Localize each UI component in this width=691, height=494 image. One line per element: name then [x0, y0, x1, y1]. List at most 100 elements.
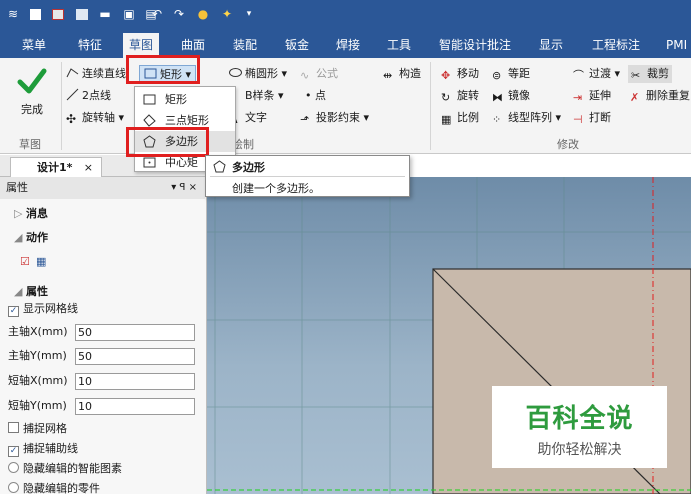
dropdown-icon[interactable]: ▾	[242, 7, 256, 21]
sparkle-icon[interactable]: ✦	[220, 7, 234, 21]
divider	[210, 176, 405, 177]
move-button[interactable]: ✥ 移动	[441, 65, 479, 83]
trim-label: 裁剪	[647, 67, 669, 80]
open-icon[interactable]	[52, 9, 64, 20]
minor-y-input[interactable]: 10	[75, 398, 195, 415]
panel-pin-icon[interactable]: ▾ ꟼ ×	[171, 177, 197, 199]
minor-x-input[interactable]: 10	[75, 373, 195, 390]
snap-guide-label: 捕捉辅助线	[23, 442, 78, 455]
extend-button[interactable]: ⇥ 延伸	[573, 87, 611, 105]
undo-icon[interactable]: ↶	[150, 7, 164, 21]
ellipse-label: 椭圆形	[245, 67, 278, 80]
show-grid-label: 显示网格线	[23, 302, 78, 315]
menu-item-menu[interactable]: 菜单	[22, 35, 46, 55]
rotate-button[interactable]: ↻ 旋转	[441, 87, 479, 105]
menu-item-rectangle[interactable]: 矩形	[135, 89, 235, 110]
logo-icon[interactable]: ≋	[6, 7, 20, 21]
watermark: 百科全说 助你轻松解决	[492, 386, 667, 468]
formula-button[interactable]: ∿ 公式	[300, 65, 338, 83]
linear-array-button[interactable]: ⁘ 线型阵列 ▾	[492, 109, 561, 127]
folder-icon[interactable]: ▬	[98, 7, 112, 21]
snap-guide-checkbox[interactable]: ✓ 捕捉辅助线	[0, 438, 205, 460]
menu-item-surface[interactable]: 曲面	[181, 35, 205, 55]
mirror-button[interactable]: ⧓ 镜像	[492, 87, 530, 105]
extend-icon: ⇥	[573, 91, 583, 104]
point-button[interactable]: • 点	[305, 87, 326, 105]
group-label-modify: 修改	[557, 138, 579, 151]
menu-bar: 菜单 特征 草图 曲面 装配 钣金 焊接 工具 智能设计批注 显示 工程标注 P…	[0, 30, 691, 58]
move-icon: ✥	[441, 69, 451, 82]
gem-icon[interactable]: ●	[196, 7, 210, 21]
hide-smart-label: 隐藏编辑的智能图素	[23, 462, 122, 475]
continuous-line-label: 连续直线	[82, 67, 126, 80]
menu-item-welding[interactable]: 焊接	[336, 35, 360, 55]
hide-parts-radio[interactable]: 隐藏编辑的零件	[0, 478, 205, 494]
snap-grid-label: 捕捉网格	[23, 422, 67, 435]
redo-icon[interactable]: ↷	[172, 7, 186, 21]
projection-constraint-button[interactable]: ⬏ 投影约束 ▾	[300, 109, 369, 127]
menu-item-assembly[interactable]: 装配	[233, 35, 257, 55]
menu-item-tools[interactable]: 工具	[387, 35, 411, 55]
show-grid-checkbox[interactable]: ✓ 显示网格线	[0, 298, 205, 320]
text-label: 文字	[245, 111, 267, 124]
ellipse-icon	[229, 68, 242, 77]
menu-item-display[interactable]: 显示	[539, 35, 563, 55]
hide-smart-radio[interactable]: 隐藏编辑的智能图素	[0, 458, 205, 480]
formula-label: 公式	[316, 67, 338, 80]
two-point-line-button[interactable]: 2点线	[66, 87, 111, 105]
scale-button[interactable]: ▦ 比例	[441, 109, 479, 127]
main-y-label: 主轴Y(mm)	[8, 349, 67, 362]
menu-item-sheetmetal[interactable]: 钣金	[285, 35, 309, 55]
menu-item-engineering[interactable]: 工程标注	[592, 35, 640, 55]
divider	[61, 62, 62, 150]
menu-item-feature[interactable]: 特征	[78, 35, 102, 55]
tooltip-description: 创建一个多边形。	[232, 182, 320, 195]
table-icon[interactable]: ▦	[36, 251, 49, 268]
section-action-label: 动作	[25, 231, 48, 244]
snap-grid-checkbox[interactable]: 捕捉网格	[0, 418, 205, 440]
rotate-label: 旋转	[457, 89, 479, 102]
transition-button[interactable]: ⌒ 过渡 ▾	[573, 65, 620, 83]
finish-button[interactable]: 完成	[10, 66, 54, 122]
break-button[interactable]: ⊣ 打断	[573, 109, 611, 127]
polygon-icon	[213, 160, 226, 173]
polyline-icon	[66, 68, 79, 78]
section-action[interactable]: ◢ 动作	[0, 227, 205, 249]
ellipse-button[interactable]: 椭圆形 ▾	[229, 65, 287, 83]
projection-label: 投影约束	[316, 111, 360, 124]
minor-y-label: 短轴Y(mm)	[8, 399, 67, 412]
main-y-input[interactable]: 50	[75, 348, 195, 365]
divider	[430, 62, 431, 150]
tab-design1[interactable]: 设计1* ×	[10, 157, 102, 178]
offset-icon: ⊜	[492, 69, 502, 82]
section-message[interactable]: ▷ 消息	[0, 203, 205, 225]
two-point-line-label: 2点线	[82, 89, 111, 102]
continuous-line-button[interactable]: 连续直线	[66, 65, 126, 83]
construct-button[interactable]: ⇹ 构造	[383, 65, 421, 83]
rotate-icon: ↻	[441, 91, 451, 104]
close-icon[interactable]: ×	[84, 158, 93, 177]
rotate-axis-button[interactable]: ✣ 旋转轴 ▾	[66, 109, 124, 127]
menu-item-smart-design[interactable]: 智能设计批注	[439, 35, 511, 55]
rotate-axis-label: 旋转轴	[82, 111, 115, 124]
checkbox-checked-icon: ✓	[8, 446, 19, 457]
trim-button[interactable]: ✂ 裁剪	[628, 65, 672, 83]
minor-x-label: 短轴X(mm)	[8, 374, 68, 387]
equidistant-button[interactable]: ⊜ 等距	[492, 65, 530, 83]
save-icon[interactable]: ▣	[122, 7, 136, 21]
confirm-edit-icon[interactable]: ☑	[20, 251, 33, 268]
finish-label: 完成	[21, 103, 43, 116]
bspline-button[interactable]: ∫B样条 ▾	[229, 87, 284, 105]
extend-label: 延伸	[589, 89, 611, 102]
menu-item-pmi[interactable]: PMI	[666, 35, 687, 55]
line-icon	[66, 88, 79, 101]
section-properties-label: 属性	[25, 285, 48, 298]
point-icon: •	[305, 89, 312, 102]
rectangle-icon	[143, 94, 156, 105]
delete-redundant-button[interactable]: ✗ 删除重复	[630, 87, 690, 105]
image-icon[interactable]	[76, 9, 88, 20]
three-point-rectangle-icon	[143, 114, 156, 127]
new-file-icon[interactable]	[30, 9, 41, 20]
main-x-input[interactable]: 50	[75, 324, 195, 341]
panel-title: 属性	[6, 181, 28, 194]
